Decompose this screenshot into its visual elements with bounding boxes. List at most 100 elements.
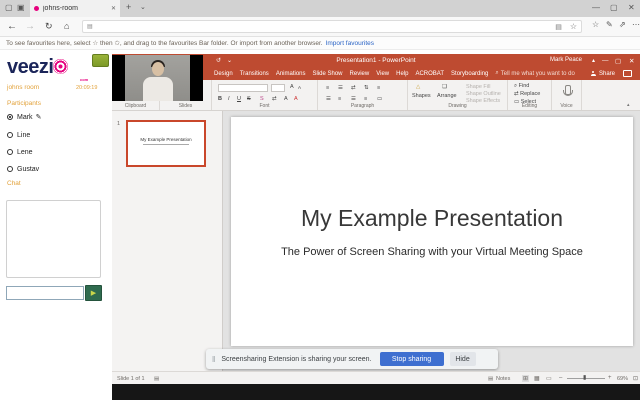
- numbering-icon[interactable]: ☰: [338, 85, 343, 92]
- slide-title[interactable]: My Example Presentation: [231, 205, 633, 232]
- notes-button[interactable]: Notes: [496, 376, 510, 382]
- shape-fill-button[interactable]: Shape Fill: [466, 84, 490, 91]
- align-center-icon[interactable]: ≡: [338, 96, 341, 103]
- chat-input[interactable]: [6, 286, 84, 300]
- slide-sorter-view-icon[interactable]: ▦: [534, 375, 540, 382]
- slide-canvas[interactable]: My Example Presentation The Power of Scr…: [231, 117, 633, 346]
- site-info-icon[interactable]: ▤: [87, 23, 93, 30]
- window-close-button[interactable]: ✕: [628, 4, 635, 12]
- slide-subtitle[interactable]: The Power of Screen Sharing with your Vi…: [231, 246, 633, 258]
- collapse-ribbon-icon[interactable]: ▴: [627, 102, 630, 108]
- change-case-icon[interactable]: A: [284, 96, 288, 103]
- grow-font-icon[interactable]: A: [290, 84, 294, 91]
- align-right-icon[interactable]: ☰: [351, 96, 356, 103]
- chat-messages-box: [6, 200, 101, 278]
- text-shadow-icon[interactable]: S: [260, 96, 264, 103]
- forward-icon[interactable]: →: [25, 21, 35, 32]
- more-options-icon[interactable]: ⋯: [632, 21, 640, 29]
- participant-row-line[interactable]: Line: [7, 130, 30, 140]
- window-maximize-button[interactable]: ▢: [610, 4, 618, 12]
- back-icon[interactable]: ←: [7, 21, 17, 32]
- refresh-icon[interactable]: ↻: [45, 21, 53, 32]
- text-direction-icon[interactable]: ≡: [377, 85, 380, 92]
- shrink-font-icon[interactable]: A: [298, 85, 301, 91]
- character-spacing-icon[interactable]: ⇄: [272, 96, 277, 103]
- new-tab-button[interactable]: +: [126, 3, 131, 12]
- window-minimize-button[interactable]: —: [592, 4, 600, 12]
- line-spacing-icon[interactable]: ⇅: [364, 85, 369, 92]
- tab-view[interactable]: View: [376, 71, 389, 77]
- radio-icon[interactable]: [7, 166, 13, 172]
- ribbon-display-options-icon[interactable]: ▴: [592, 57, 595, 64]
- ppt-restore-icon[interactable]: ▢: [615, 57, 621, 65]
- chat-send-button[interactable]: ▶: [85, 285, 102, 301]
- tab-acrobat[interactable]: ACROBAT: [415, 71, 444, 77]
- slide-thumbnail[interactable]: My Example Presentation: [126, 120, 206, 167]
- zoom-out-icon[interactable]: –: [559, 375, 562, 381]
- zoom-in-icon[interactable]: +: [608, 375, 612, 381]
- columns-icon[interactable]: ▭: [377, 96, 382, 103]
- webcam-video[interactable]: [112, 55, 203, 101]
- radio-icon[interactable]: [7, 132, 13, 138]
- indent-icon[interactable]: ⇄: [351, 85, 356, 92]
- bullets-icon[interactable]: ≡: [326, 85, 329, 92]
- add-favorite-star-icon[interactable]: ☆: [570, 22, 577, 31]
- radio-selected-icon[interactable]: [7, 114, 13, 120]
- tab-animations[interactable]: Animations: [276, 71, 306, 77]
- tell-me-box[interactable]: Tell me what you want to do: [501, 71, 575, 77]
- radio-icon[interactable]: [7, 149, 13, 155]
- browser-tab[interactable]: johns-room ✕: [30, 0, 120, 17]
- shapes-button[interactable]: Shapes: [412, 93, 431, 100]
- tab-transitions[interactable]: Transitions: [240, 71, 269, 77]
- share-page-icon[interactable]: ⇗: [619, 21, 626, 29]
- address-bar[interactable]: ▤ ▤ ☆: [82, 20, 582, 33]
- tab-slide-show[interactable]: Slide Show: [313, 71, 343, 77]
- web-note-pen-icon[interactable]: ✎: [606, 21, 613, 29]
- participant-row-lene[interactable]: Lene: [7, 147, 33, 157]
- fit-to-window-icon[interactable]: ⊡: [633, 375, 638, 382]
- tab-design[interactable]: Design: [214, 71, 233, 77]
- favorites-hub-icon[interactable]: ☆: [592, 21, 599, 29]
- italic-button[interactable]: I: [228, 96, 230, 103]
- shape-outline-button[interactable]: Shape Outline: [466, 91, 501, 98]
- align-left-icon[interactable]: ☰: [326, 96, 331, 103]
- strikethrough-button[interactable]: S: [247, 96, 251, 103]
- home-icon[interactable]: ⌂: [64, 21, 69, 31]
- arrange-button[interactable]: Arrange: [437, 93, 457, 100]
- share-active-indicator[interactable]: [92, 54, 109, 67]
- normal-view-icon[interactable]: ⊞: [522, 375, 529, 382]
- reading-list-icon[interactable]: ▤: [555, 23, 562, 31]
- tab-storyboarding[interactable]: Storyboarding: [451, 71, 488, 77]
- zoom-slider-thumb[interactable]: ▮: [583, 374, 586, 381]
- participant-row-mark[interactable]: Mark ✎: [7, 112, 41, 122]
- replace-button[interactable]: ⇄ Replace: [514, 91, 540, 98]
- font-size-box[interactable]: [271, 84, 285, 92]
- font-name-box[interactable]: [218, 84, 268, 92]
- ppt-close-icon[interactable]: ✕: [629, 57, 634, 65]
- tabs-set-aside-icon[interactable]: ▣: [17, 4, 25, 12]
- tab-review[interactable]: Review: [350, 71, 370, 77]
- share-label: Share: [599, 71, 615, 77]
- dictate-mic-icon[interactable]: [565, 85, 571, 95]
- hide-button[interactable]: Hide: [450, 352, 476, 366]
- set-tabs-aside-icon[interactable]: ▢: [5, 4, 13, 12]
- zoom-percent[interactable]: 69%: [617, 376, 628, 382]
- participant-row-gustav[interactable]: Gustav: [7, 164, 39, 174]
- font-color-icon[interactable]: A: [294, 96, 298, 103]
- language-icon[interactable]: ▤: [154, 376, 159, 382]
- tab-menu-icon[interactable]: ⌄: [140, 4, 146, 11]
- drag-handle-icon[interactable]: ‖: [212, 355, 215, 364]
- tab-help[interactable]: Help: [396, 71, 408, 77]
- find-button[interactable]: ⌕ Find: [514, 83, 529, 90]
- comments-icon[interactable]: [623, 70, 632, 77]
- find-icon: ⌕: [514, 83, 517, 89]
- bold-button[interactable]: B: [218, 96, 222, 103]
- tab-close-icon[interactable]: ✕: [111, 5, 116, 12]
- ppt-share-button[interactable]: Share: [584, 71, 615, 77]
- justify-icon[interactable]: ≡: [364, 96, 367, 103]
- ppt-minimize-icon[interactable]: —: [602, 57, 609, 64]
- import-favourites-link[interactable]: Import favourites: [326, 40, 374, 47]
- stop-sharing-button[interactable]: Stop sharing: [380, 352, 444, 366]
- underline-button[interactable]: U: [237, 96, 241, 103]
- reading-view-icon[interactable]: ▭: [546, 375, 552, 382]
